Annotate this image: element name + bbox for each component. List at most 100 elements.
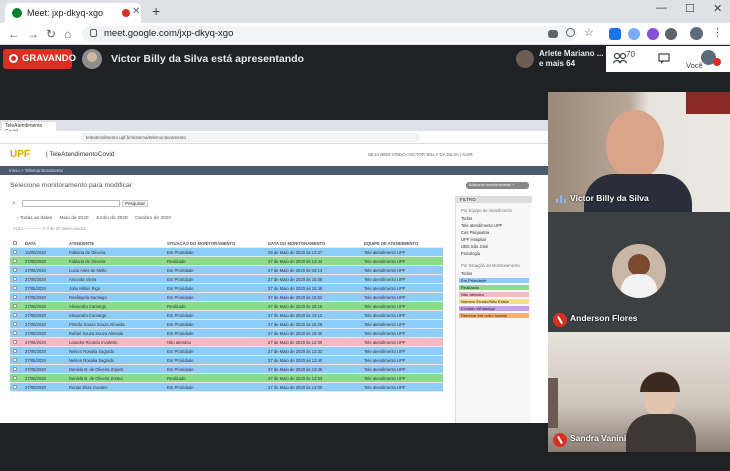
row-date: 27/05/2020 <box>25 295 46 300</box>
new-tab-button[interactable]: + <box>152 3 160 19</box>
table-row: 27/05/2020 Daniela B. de Oliveira Zopetti… <box>10 365 443 374</box>
filter-team-option: UBS São José <box>461 244 489 249</box>
row-monitoring-date: 27 de Maio de 2020 às 16:12 <box>268 313 323 318</box>
row-attendant: Rafael Souza Souza Almeida <box>69 331 124 336</box>
participant-tile[interactable]: Sandra Vanini <box>548 332 730 452</box>
filter-team-option: Tele atendimento UPF <box>461 223 503 228</box>
chat-icon[interactable] <box>658 53 670 64</box>
recording-label: GRAVANDO <box>22 53 77 64</box>
filter-status-option: Não atendeu <box>459 292 529 297</box>
zoom-icon[interactable] <box>566 28 575 37</box>
row-team: Tele atendimento UPF <box>364 268 406 273</box>
row-attendant: Daniela B. de Oliveira Zopetti <box>69 367 124 372</box>
recording-dot-icon <box>122 9 130 17</box>
other-participants[interactable]: Arlete Mariano ... e mais 64 <box>513 47 605 71</box>
row-status: Não atendeu <box>167 340 191 345</box>
filter-status-option: Número Errado/Não Existe <box>459 299 529 304</box>
more-menu-icon[interactable]: ⋮ <box>712 26 724 39</box>
row-team: Tele atendimento UPF <box>364 331 406 336</box>
row-attendant: Daniela B. de Oliveira Zortea <box>69 376 123 381</box>
action-row: Ação: ------------ Ir 0 de 20 selecionad… <box>13 226 87 231</box>
home-button[interactable]: ⌂ <box>64 27 71 41</box>
row-attendant: Renan Elias Guedes <box>69 385 108 390</box>
row-attendant: Fabiana de Oliveira <box>69 259 106 264</box>
table-row: 27/05/2020 Alexandra Camargo Em Prioridade… <box>10 311 443 320</box>
row-date: 27/05/2020 <box>25 259 46 264</box>
profile-avatar-icon[interactable] <box>690 27 703 40</box>
presenting-text: Victor Billy da Silva está apresentando <box>111 53 304 65</box>
video-background-edge <box>548 378 558 428</box>
row-team: Tele atendimento UPF <box>364 349 406 354</box>
bookmark-star-icon[interactable]: ☆ <box>584 26 596 39</box>
lock-icon <box>90 29 97 37</box>
extension-meet-icon[interactable] <box>609 28 621 40</box>
mic-off-icon <box>713 58 721 66</box>
forward-button[interactable]: → <box>27 27 39 41</box>
reload-button[interactable]: ↻ <box>46 27 56 41</box>
upf-logo: UPF <box>10 149 30 160</box>
people-icon[interactable] <box>613 52 627 64</box>
meet-top-right-controls: 70 Você <box>606 46 730 72</box>
row-monitoring-date: 27 de Maio de 2020 às 15:16 <box>268 304 323 309</box>
row-team: Tele atendimento UPF <box>364 367 406 372</box>
row-team: Tele atendimento UPF <box>364 358 406 363</box>
row-date: 27/05/2020 <box>25 340 46 345</box>
close-tab-icon[interactable]: ✕ <box>132 6 140 17</box>
row-status: Em Prioridade <box>167 358 194 363</box>
extension-icon[interactable] <box>628 28 640 40</box>
participant-tile[interactable]: Victor Billy da Silva <box>548 92 730 212</box>
others-line2: e mais 64 <box>539 59 576 68</box>
row-date: 15/05/2020 <box>25 250 46 255</box>
table-row: 27/05/2020 João Milton Rigo Em Prioridade 2… <box>10 284 443 293</box>
row-attendant: Alexandra Camargo <box>69 304 107 309</box>
page-title: Selecione monitoramento para modificar <box>10 182 133 189</box>
row-date: 27/05/2020 <box>25 268 46 273</box>
table-header: DATA ATENDENTE SITUAÇÃO DO MONITORAMENTO… <box>10 239 443 248</box>
minimize-button[interactable]: — <box>656 2 667 14</box>
camera-icon[interactable] <box>548 30 558 38</box>
table-row: 27/05/2020 Fabiana de Oliveira Realizado 27… <box>10 257 443 266</box>
row-date: 27/05/2020 <box>25 358 46 363</box>
row-attendant: Lucia Aires de Mello <box>69 268 107 273</box>
row-attendant: Rosângela Santiago <box>69 295 107 300</box>
extension-icon-2[interactable] <box>647 28 659 40</box>
table-row: 27/05/2020 Amanda Vieira Em Prioridade 27 d… <box>10 275 443 284</box>
browser-tab[interactable]: Meet: jxp-dkyq-xgo ✕ <box>5 3 141 23</box>
table-row: 27/05/2020 Priscila Souza Souza Almeida Em… <box>10 320 443 329</box>
row-status: Em Prioridade <box>167 286 194 291</box>
filter-status-option: Todos <box>461 271 473 276</box>
people-count: 70 <box>626 50 635 59</box>
row-attendant: Amanda Vieira <box>69 277 97 282</box>
avatar-face <box>628 254 650 276</box>
row-attendant: Nelson Rosalia Sagrado <box>69 349 115 354</box>
participant-body <box>626 414 696 452</box>
table-row: 27/05/2020 Nelson Rosalia Sagrado Em Prior… <box>10 347 443 356</box>
url-text: meet.google.com/jxp-dkyq-xgo <box>104 28 234 39</box>
extension-icon-3[interactable] <box>665 28 677 40</box>
maximize-button[interactable]: ☐ <box>685 2 695 15</box>
row-checkbox <box>13 376 17 380</box>
row-team: Tele atendimento UPF <box>364 313 406 318</box>
row-checkbox <box>13 340 17 344</box>
row-attendant: João Milton Rigo <box>69 286 101 291</box>
row-team: Tele atendimento UPF <box>364 376 406 381</box>
row-checkbox <box>13 313 17 317</box>
row-attendant: Nelson Rosalia Sagrado <box>69 358 115 363</box>
shared-app-header: UPF | TeleAtendimentoCovid SEJA BEM-VIND… <box>0 144 548 166</box>
row-date: 27/05/2020 <box>25 304 46 309</box>
participant-name: Sandra Vanini <box>570 433 627 443</box>
column-header: EQUIPE DE ATENDIMENTO <box>364 241 419 246</box>
search-input <box>22 200 120 207</box>
shared-url: teleatendimento.upf.br/sistema/telemonit… <box>80 133 420 142</box>
table-row: 27/05/2020 Rosângela Santiago Em Prioridad… <box>10 293 443 302</box>
close-window-button[interactable]: ✕ <box>713 2 722 15</box>
url-field[interactable]: meet.google.com/jxp-dkyq-xgo <box>82 26 577 42</box>
column-header: DATA DO MONITORAMENTO <box>268 241 326 246</box>
row-date: 27/05/2020 <box>25 322 46 327</box>
back-button[interactable]: ← <box>8 27 20 41</box>
video-background-shelf <box>686 92 730 114</box>
participant-tile[interactable]: Anderson Flores <box>548 212 730 332</box>
row-status: Em Prioridade <box>167 385 194 390</box>
speaking-indicator-icon <box>556 195 566 203</box>
row-status: Em Prioridade <box>167 331 194 336</box>
